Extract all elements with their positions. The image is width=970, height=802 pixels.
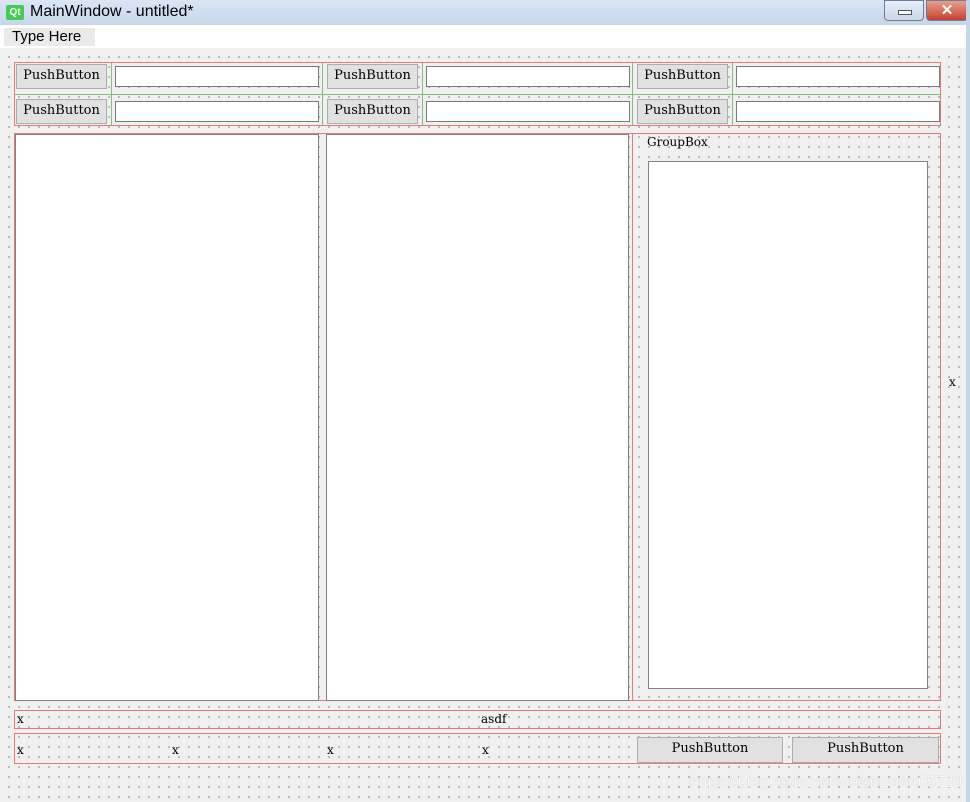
push-button[interactable]: PushButton	[637, 64, 728, 89]
grid-divider	[732, 63, 733, 125]
label: x	[482, 743, 489, 757]
side-label: x	[949, 375, 956, 389]
push-button[interactable]: PushButton	[16, 64, 107, 89]
menu-bar	[0, 25, 970, 48]
push-button[interactable]: PushButton	[327, 64, 418, 89]
line-edit[interactable]	[736, 66, 940, 87]
line-edit[interactable]	[115, 101, 319, 122]
grid-divider	[322, 63, 323, 125]
push-button[interactable]: PushButton	[637, 737, 783, 763]
label-row	[14, 710, 941, 729]
label: x	[172, 743, 179, 757]
groupbox-list-widget[interactable]	[648, 161, 928, 689]
push-button[interactable]: PushButton	[327, 99, 418, 124]
line-edit[interactable]	[736, 101, 940, 122]
push-button[interactable]: PushButton	[16, 99, 107, 124]
watermark: https://blog.csdn.net/weixin_44405720	[690, 774, 963, 791]
push-button[interactable]: PushButton	[637, 99, 728, 124]
label: asdf	[481, 712, 507, 726]
window-title: MainWindow - untitled*	[30, 3, 194, 20]
list-widget[interactable]	[15, 134, 319, 701]
grid-divider	[422, 63, 423, 125]
menu-type-here[interactable]: Type Here	[4, 28, 95, 46]
label: x	[327, 743, 334, 757]
line-edit[interactable]	[426, 66, 630, 87]
push-button[interactable]: PushButton	[792, 737, 939, 763]
close-button[interactable]: ✕	[926, 0, 968, 21]
line-edit[interactable]	[426, 101, 630, 122]
grid-divider	[632, 63, 633, 125]
window-border	[966, 0, 970, 802]
minimize-button[interactable]	[884, 0, 924, 21]
label: x	[17, 712, 24, 726]
line-edit[interactable]	[115, 66, 319, 87]
grid-divider	[15, 94, 940, 95]
label: x	[17, 743, 24, 757]
groupbox-title: GroupBox	[647, 135, 708, 149]
list-widget[interactable]	[326, 134, 629, 701]
grid-divider	[111, 63, 112, 125]
qt-logo-icon: Qt	[6, 5, 24, 20]
